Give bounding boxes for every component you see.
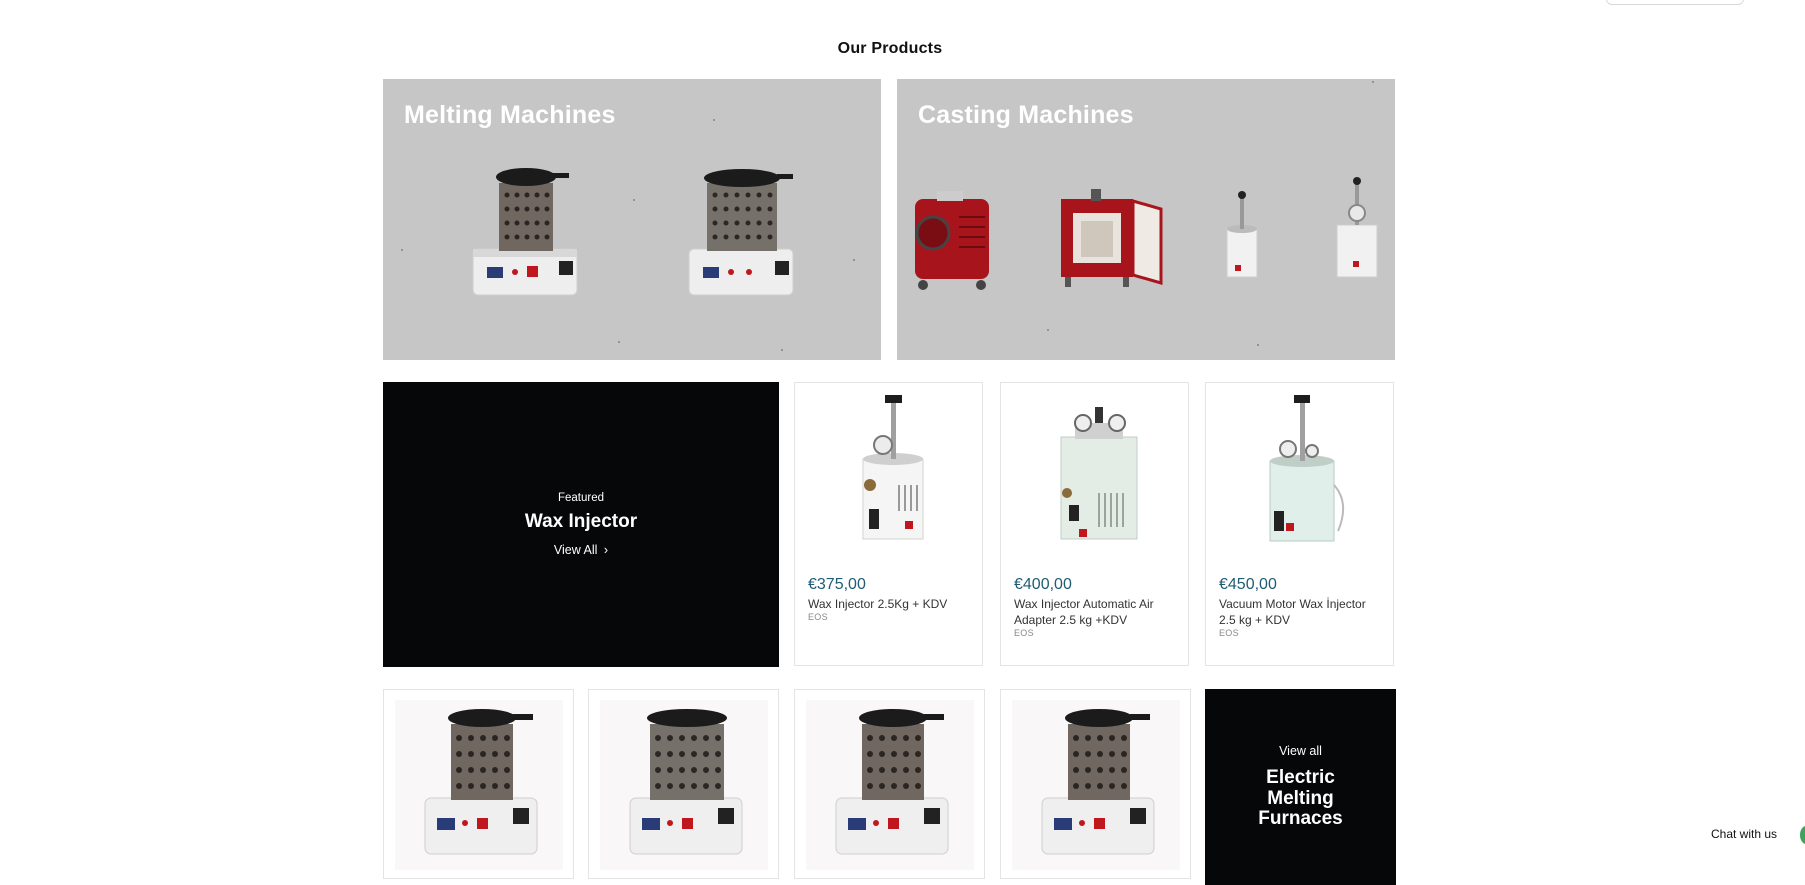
product-name[interactable]: Wax Injector Automatic Air Adapter 2.5 k… (1014, 596, 1179, 628)
collection-title: Electric Melting Furnaces (1258, 767, 1343, 830)
casting-machine-image (915, 191, 989, 290)
product-vendor: EOS (808, 612, 828, 622)
product-name[interactable]: Wax Injector 2.5Kg + KDV (808, 596, 973, 612)
product-image (1226, 393, 1374, 545)
product-image (815, 393, 963, 545)
burnout-oven-image (1061, 189, 1163, 287)
product-card[interactable]: €375,00 Wax Injector 2.5Kg + KDV EOS (794, 382, 983, 666)
product-price: €400,00 (1014, 576, 1072, 593)
product-card[interactable] (1000, 689, 1191, 879)
product-card[interactable] (588, 689, 779, 879)
product-image (1021, 393, 1169, 545)
melting-furnace-image (688, 169, 794, 296)
melting-furnace-image (472, 168, 578, 296)
product-vendor: EOS (1219, 628, 1239, 638)
chat-with-us-button[interactable]: Chat with us (1711, 827, 1777, 841)
collection-electric-melting-furnaces-tile[interactable]: View all Electric Melting Furnaces (1205, 689, 1396, 885)
product-image (600, 700, 768, 870)
product-card[interactable]: €450,00 Vacuum Motor Wax İnjector 2.5 kg… (1205, 382, 1394, 666)
view-all-link[interactable]: View All › (554, 543, 608, 557)
product-image (806, 700, 974, 870)
chat-icon[interactable] (1800, 826, 1805, 844)
product-image (395, 700, 563, 870)
section-title: Our Products (837, 40, 943, 57)
chevron-right-icon: › (603, 542, 609, 557)
banner-title: Casting Machines (918, 101, 1134, 129)
product-vendor: EOS (1014, 628, 1034, 638)
product-card[interactable] (794, 689, 985, 879)
product-card[interactable]: €400,00 Wax Injector Automatic Air Adapt… (1000, 382, 1189, 666)
product-price: €375,00 (808, 576, 866, 593)
view-all-label: View All (553, 542, 598, 557)
product-name[interactable]: Vacuum Motor Wax İnjector 2.5 kg + KDV (1219, 596, 1384, 628)
product-card[interactable] (383, 689, 574, 879)
banner-title: Melting Machines (404, 101, 616, 129)
wax-injector-small-image (1226, 191, 1258, 278)
featured-title: Wax Injector (524, 511, 638, 533)
product-image (1012, 700, 1180, 870)
banner-casting-machines[interactable]: Casting Machines (897, 79, 1395, 360)
view-all-link[interactable]: View all (1279, 744, 1322, 758)
featured-wax-injector-tile[interactable]: Featured Wax Injector View All › (383, 382, 779, 667)
header-search-pill[interactable] (1606, 0, 1744, 5)
banner-melting-machines[interactable]: Melting Machines (383, 79, 881, 360)
wax-injector-small-image (1336, 177, 1378, 278)
featured-eyebrow: Featured (557, 492, 605, 505)
product-price: €450,00 (1219, 576, 1277, 593)
